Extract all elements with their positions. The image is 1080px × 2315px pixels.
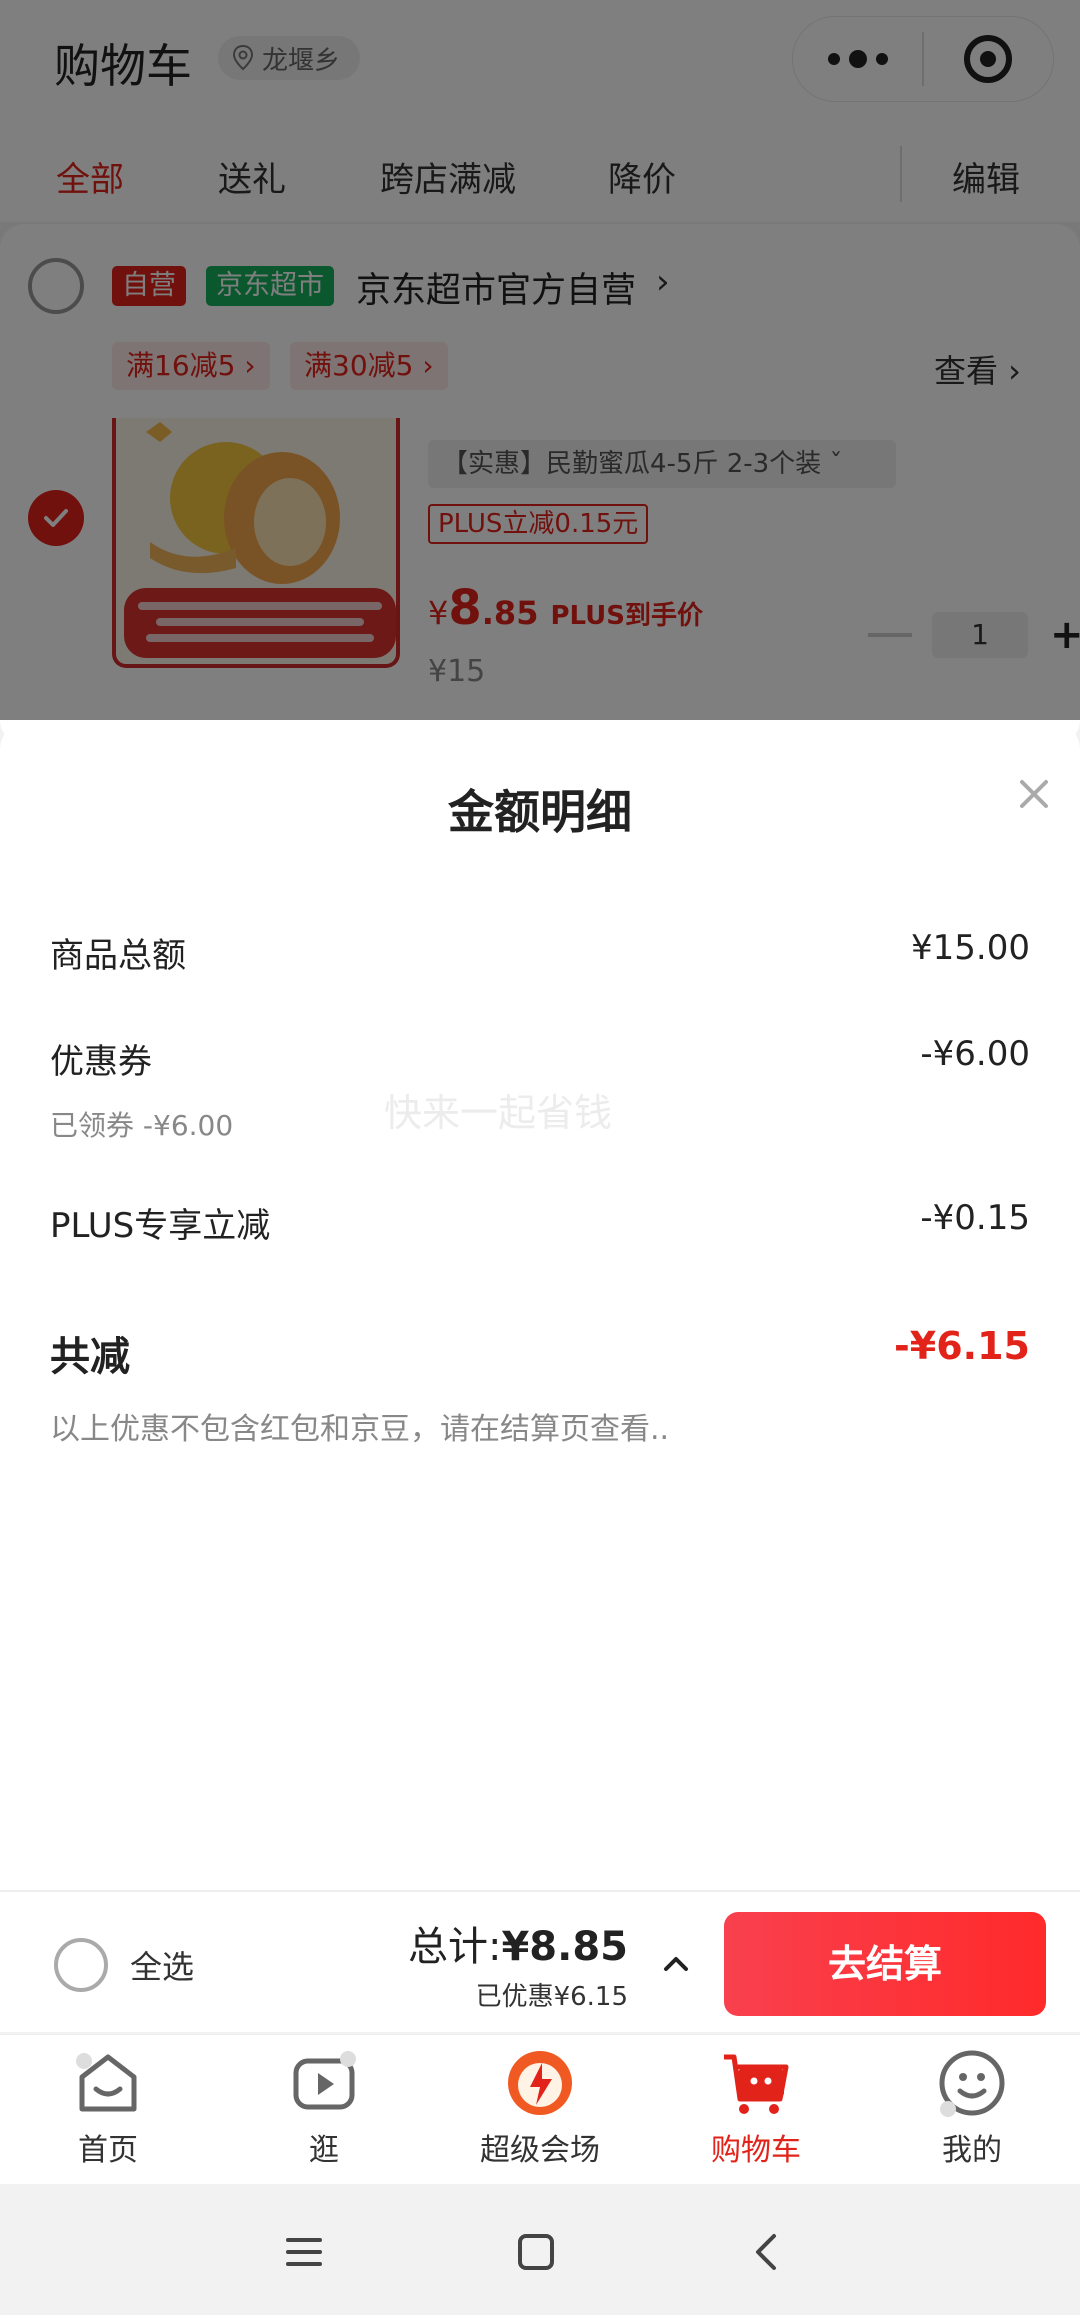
home-square-icon[interactable] xyxy=(512,2228,560,2276)
plus-discount-label: PLUS专享立减 xyxy=(50,1206,271,1246)
sheet-title: 金额明细 xyxy=(448,785,632,839)
nav-label: 我的 xyxy=(942,2133,1002,2168)
total-label: 总计: xyxy=(407,1924,502,1970)
nav-label: 超级会场 xyxy=(480,2133,600,2168)
total-discount-label: 共减 xyxy=(50,1334,130,1380)
back-icon[interactable] xyxy=(744,2228,792,2276)
bottom-nav: 首页 逛 超级会场 购物车 我的 xyxy=(0,2034,1080,2184)
total-price: 总计:¥8.85 xyxy=(408,1914,628,1972)
nav-label: 首页 xyxy=(78,2133,138,2168)
watermark-text: 快来一起省钱 xyxy=(384,1091,613,1135)
nav-item-home[interactable]: 首页 xyxy=(0,2047,216,2169)
modal-overlay[interactable] xyxy=(0,0,1080,720)
select-all-radio[interactable] xyxy=(54,1938,108,1992)
nav-item-browse[interactable]: 逛 xyxy=(216,2047,432,2169)
coupon-value: -¥6.00 xyxy=(920,1034,1030,1074)
goods-total-label: 商品总额 xyxy=(50,936,186,976)
chevron-up-icon[interactable] xyxy=(660,1948,692,1980)
nav-label: 逛 xyxy=(309,2133,339,2168)
coupon-label: 优惠券 xyxy=(50,1042,152,1082)
nav-item-profile[interactable]: 我的 xyxy=(864,2047,1080,2169)
video-icon xyxy=(293,2051,356,2110)
nav-item-cart[interactable]: 购物车 xyxy=(648,2047,864,2169)
cart-icon xyxy=(724,2054,789,2114)
total-amount: ¥8.85 xyxy=(501,1924,628,1970)
amount-detail-sheet: 金额明细 商品总额 ¥15.00 优惠券 -¥6.00 已领券 -¥6.00 快… xyxy=(0,720,1080,1890)
saved-amount: 已优惠¥6.15 xyxy=(475,1982,628,2012)
system-nav-bar xyxy=(0,2184,1080,2315)
total-discount-value: -¥6.15 xyxy=(894,1324,1030,1368)
plus-discount-value: -¥0.15 xyxy=(920,1198,1030,1238)
select-all-label[interactable]: 全选 xyxy=(130,1942,194,1988)
profile-icon xyxy=(939,2050,1005,2117)
checkout-button[interactable]: 去结算 xyxy=(724,1912,1046,2016)
goods-total-value: ¥15.00 xyxy=(911,928,1030,968)
nav-item-super-venue[interactable]: 超级会场 xyxy=(432,2047,648,2169)
checkout-bar: 全选 总计:¥8.85 已优惠¥6.15 去结算 xyxy=(0,1890,1080,2032)
coupon-sub-text: 已领券 -¥6.00 xyxy=(50,1109,234,1142)
super-venue-icon xyxy=(508,2051,572,2115)
nav-label: 购物车 xyxy=(711,2133,801,2168)
discount-note: 以上优惠不包含红包和京豆，请在结算页查看.. xyxy=(50,1412,670,1447)
close-icon[interactable] xyxy=(1010,770,1058,818)
home-icon xyxy=(76,2053,137,2112)
menu-icon[interactable] xyxy=(280,2228,328,2276)
